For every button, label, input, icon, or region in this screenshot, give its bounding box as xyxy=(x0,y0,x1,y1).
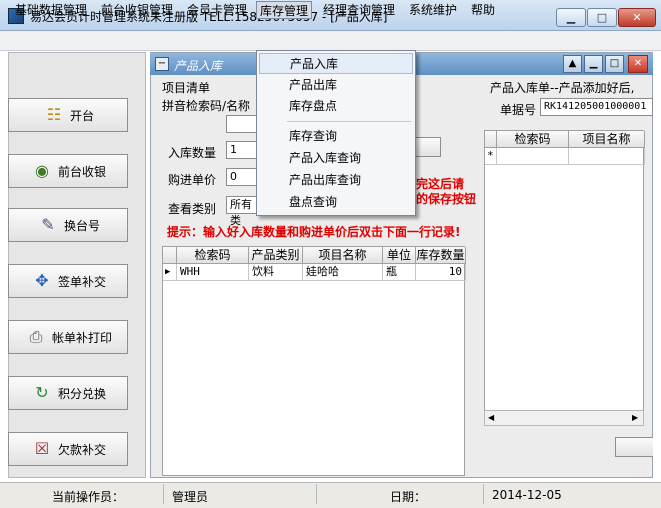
menu-manager-query[interactable]: 经理查询管理 xyxy=(323,1,395,19)
inner-close-button[interactable]: ✕ xyxy=(628,55,648,73)
close-icon: ✕ xyxy=(633,58,643,69)
inner-window-title: 产品入库 xyxy=(174,59,223,73)
close-icon: ✕ xyxy=(632,11,642,24)
menu-item-product-in[interactable]: 产品入库 xyxy=(259,53,413,74)
menu-basic-data[interactable]: 基础数据管理 xyxy=(15,1,87,19)
menu-item-in-query[interactable]: 产品入库查询 xyxy=(259,148,413,169)
open-table-icon: ☷ xyxy=(46,105,62,124)
status-divider xyxy=(316,484,317,504)
category-label: 查看类别 xyxy=(168,202,217,216)
menu-front-cashier[interactable]: 前台收银管理 xyxy=(101,1,173,19)
maximize-icon: □ xyxy=(596,11,608,24)
scroll-right-icon[interactable]: ▶ xyxy=(632,413,638,422)
change-table-button[interactable]: ✎ 换台号 xyxy=(8,208,128,242)
qty-label: 入库数量 xyxy=(168,146,217,160)
minimize-button[interactable]: ▁ xyxy=(556,8,586,27)
qty-input[interactable]: 1 xyxy=(226,141,258,159)
cashier-label: 前台收银 xyxy=(57,164,106,179)
horizontal-scrollbar[interactable]: ◀ ▶ xyxy=(484,410,644,426)
cashier-button[interactable]: ◉ 前台收银 xyxy=(8,154,128,188)
points-exchange-button[interactable]: ↻ 积分兑换 xyxy=(8,376,128,410)
menu-member-card[interactable]: 会员卡管理 xyxy=(187,1,247,19)
open-table-button[interactable]: ☷ 开台 xyxy=(8,98,128,132)
menu-item-product-out[interactable]: 产品出库 xyxy=(259,75,413,96)
sign-bill-button[interactable]: ✥ 签单补交 xyxy=(8,264,128,298)
reprint-bill-button[interactable]: ⎙ 帐单补打印 xyxy=(8,320,128,354)
menu-item-stocktake[interactable]: 库存盘点 xyxy=(259,96,413,117)
maximize-icon: □ xyxy=(609,58,620,69)
price-input[interactable]: 0 xyxy=(226,168,258,186)
minimize-icon: ▁ xyxy=(566,11,576,24)
sign-bill-label: 签单补交 xyxy=(57,274,106,289)
maximize-button[interactable]: □ xyxy=(587,8,617,27)
inventory-dropdown: 产品入库 产品出库 库存盘点 库存查询 产品入库查询 产品出库查询 盘点查询 xyxy=(256,50,416,216)
bill-grid[interactable]: 检索码 项目名称 * xyxy=(484,130,645,426)
menu-help[interactable]: 帮助 xyxy=(471,1,495,19)
bill-no-label: 单据号 xyxy=(500,103,537,117)
menu-bar xyxy=(0,31,661,51)
pencil-icon: ✎ xyxy=(41,215,55,234)
menu-item-stock-query[interactable]: 库存查询 xyxy=(259,126,413,147)
operator-label: 当前操作员： xyxy=(52,490,125,504)
reprint-bill-label: 帐单补打印 xyxy=(51,330,112,345)
table-cell[interactable]: 10 xyxy=(416,264,466,281)
right-panel-title: 产品入库单--产品添加好后, xyxy=(490,81,635,95)
debt-icon: ☒ xyxy=(34,439,50,458)
operator-value: 管理员 xyxy=(172,490,209,504)
menu-item-out-query[interactable]: 产品出库查询 xyxy=(259,170,413,191)
col-header-name[interactable]: 项目名称 xyxy=(303,247,383,264)
row-header-corner xyxy=(485,131,497,148)
pinyin-label: 拼音检索码/名称 xyxy=(162,99,251,113)
bill-no-field[interactable]: RK141205001000001 xyxy=(540,98,653,116)
date-value: 2014-12-05 xyxy=(492,488,562,502)
col-header-name[interactable]: 项目名称 xyxy=(569,131,645,148)
minimize-icon: ▁ xyxy=(589,58,598,69)
section-title: 项目清单 xyxy=(162,81,211,95)
row-header-corner xyxy=(163,247,177,264)
row-pointer-icon: ▶ xyxy=(163,264,177,281)
new-row-marker: * xyxy=(485,148,497,165)
change-table-label: 换台号 xyxy=(63,218,100,233)
product-grid[interactable]: 检索码 产品类别 项目名称 单位 库存数量 ▶ WHH 饮料 娃哈哈 瓶 10 xyxy=(162,246,466,476)
col-header-unit[interactable]: 单位 xyxy=(383,247,416,264)
debt-payment-button[interactable]: ☒ 欠款补交 xyxy=(8,432,128,466)
inner-maximize-button[interactable]: □ xyxy=(605,55,624,73)
menu-system[interactable]: 系统维护 xyxy=(409,1,457,19)
close-button[interactable]: ✕ xyxy=(618,8,656,27)
menu-inventory[interactable]: 库存管理 xyxy=(256,1,313,19)
category-select[interactable]: 所有类 xyxy=(226,196,258,227)
col-header-category[interactable]: 产品类别 xyxy=(249,247,303,264)
table-cell[interactable] xyxy=(569,148,645,165)
restore-up-button[interactable]: ▲ xyxy=(563,55,582,73)
debt-payment-label: 欠款补交 xyxy=(57,442,106,457)
right-action-button[interactable] xyxy=(615,437,653,457)
status-divider xyxy=(483,484,484,504)
col-header-stock[interactable]: 库存数量 xyxy=(416,247,466,264)
pinyin-input[interactable] xyxy=(226,115,258,133)
scroll-left-icon[interactable]: ◀ xyxy=(488,413,494,422)
collapse-icon[interactable]: − xyxy=(155,57,169,71)
menu-item-stocktake-query[interactable]: 盘点查询 xyxy=(259,192,413,213)
table-cell[interactable]: 娃哈哈 xyxy=(303,264,383,281)
menu-separator xyxy=(287,121,411,122)
money-bag-icon: ◉ xyxy=(35,161,49,180)
printer-icon: ⎙ xyxy=(29,327,43,346)
col-header-code[interactable]: 检索码 xyxy=(497,131,569,148)
inner-minimize-button[interactable]: ▁ xyxy=(584,55,603,73)
points-exchange-label: 积分兑换 xyxy=(57,386,106,401)
arrows-icon: ✥ xyxy=(35,271,49,290)
table-cell[interactable]: 瓶 xyxy=(383,264,416,281)
col-header-code[interactable]: 检索码 xyxy=(177,247,249,264)
table-cell[interactable]: 饮料 xyxy=(249,264,303,281)
table-cell[interactable]: WHH xyxy=(177,264,249,281)
date-label: 日期： xyxy=(390,490,427,504)
status-divider xyxy=(163,484,164,504)
tip-text: 提示：输入好入库数量和购进单价后双击下面一行记录! xyxy=(167,225,461,239)
save-hint-line2: 的保存按钮 xyxy=(416,192,477,206)
price-label: 购进单价 xyxy=(168,173,217,187)
table-cell[interactable] xyxy=(497,148,569,165)
open-table-label: 开台 xyxy=(69,108,94,123)
caret-up-icon: ▲ xyxy=(568,58,577,69)
refresh-icon: ↻ xyxy=(35,383,49,402)
